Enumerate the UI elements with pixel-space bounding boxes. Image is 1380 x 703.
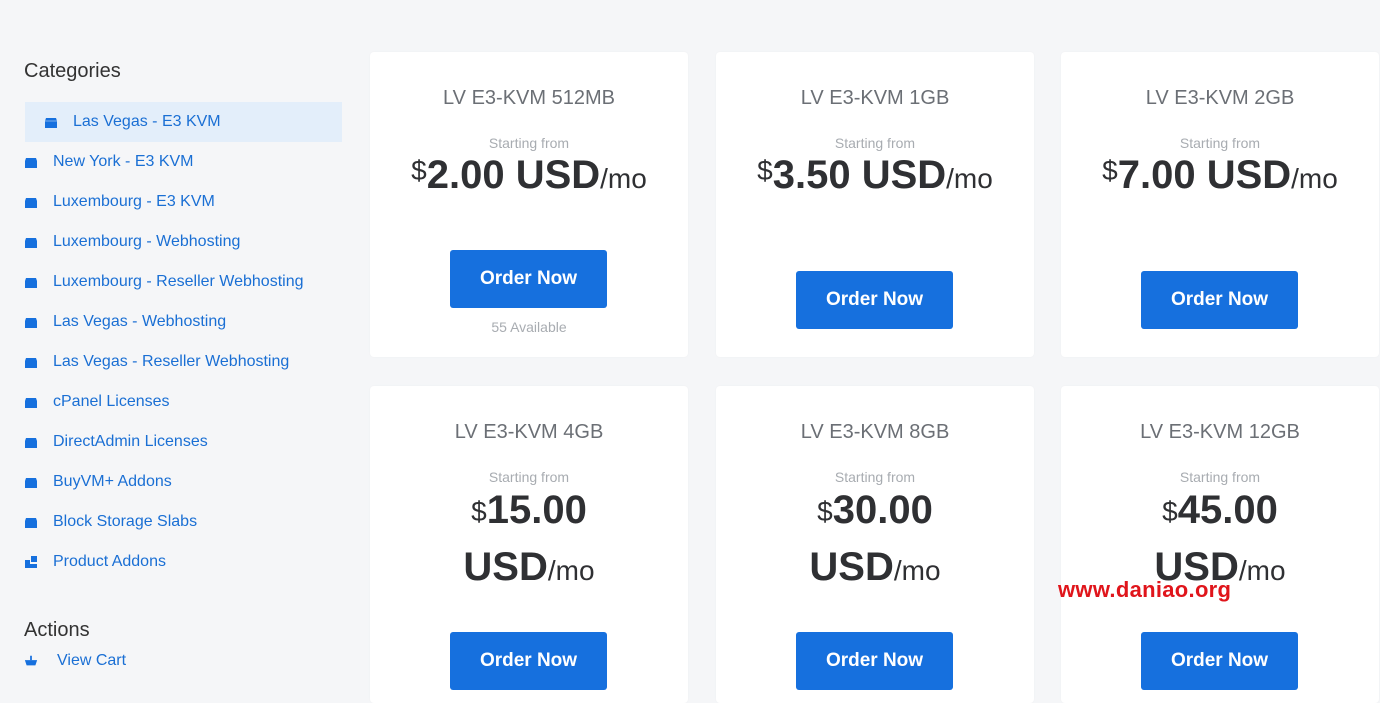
product-card: LV E3-KVM 2GB Starting from $7.00 USD/mo… — [1061, 52, 1379, 357]
price-amount: 2.00 USD — [426, 153, 601, 197]
order-now-button[interactable]: Order Now — [796, 271, 953, 329]
category-item-cpanel-licenses[interactable]: cPanel Licenses — [24, 382, 342, 422]
product-card: LV E3-KVM 512MB Starting from $2.00 USD/… — [370, 52, 688, 357]
category-item-las-vegas-e3-kvm[interactable]: Las Vegas - E3 KVM — [25, 102, 342, 142]
category-label: New York - E3 KVM — [53, 153, 194, 170]
order-now-button[interactable]: Order Now — [450, 632, 607, 690]
cart-icon — [24, 654, 38, 668]
category-label: Las Vegas - E3 KVM — [73, 113, 221, 130]
product-price: $7.00 USD/mo — [1061, 155, 1379, 195]
box-icon — [24, 515, 38, 529]
box-icon — [24, 235, 38, 249]
box-icon — [44, 115, 58, 129]
starting-from-label: Starting from — [488, 469, 570, 485]
category-list: Las Vegas - E3 KVM New York - E3 KVM Lux… — [24, 102, 342, 582]
product-card: LV E3-KVM 12GB Starting from $45.00 USD/… — [1061, 386, 1379, 703]
starting-from-label: Starting from — [1179, 135, 1261, 151]
category-label: Luxembourg - Reseller Webhosting — [53, 273, 304, 290]
category-label: Luxembourg - Webhosting — [53, 233, 241, 250]
category-item-product-addons[interactable]: Product Addons — [24, 542, 342, 582]
price-amount: 30.00 — [832, 488, 933, 532]
product-name: LV E3-KVM 512MB — [443, 87, 615, 109]
price-period: /mo — [547, 555, 595, 586]
currency-symbol: $ — [757, 155, 773, 186]
price-currency-code: USD — [463, 545, 548, 589]
price-currency-code: USD — [809, 545, 894, 589]
starting-from-label: Starting from — [1179, 469, 1261, 485]
product-card: LV E3-KVM 4GB Starting from $15.00 USD/m… — [370, 386, 688, 703]
box-icon — [24, 475, 38, 489]
price-amount: 3.50 USD — [772, 153, 947, 197]
category-item-las-vegas-reseller-webhosting[interactable]: Las Vegas - Reseller Webhosting — [24, 342, 342, 382]
starting-from-label: Starting from — [834, 135, 916, 151]
category-label: cPanel Licenses — [53, 393, 170, 410]
category-item-las-vegas-webhosting[interactable]: Las Vegas - Webhosting — [24, 302, 342, 342]
category-item-luxembourg-reseller-webhosting[interactable]: Luxembourg - Reseller Webhosting — [24, 262, 342, 302]
product-card: LV E3-KVM 8GB Starting from $30.00 USD/m… — [716, 386, 1034, 703]
category-item-block-storage-slabs[interactable]: Block Storage Slabs — [24, 502, 342, 542]
cubes-icon — [24, 555, 38, 569]
category-label: Luxembourg - E3 KVM — [53, 193, 215, 210]
price-period: /mo — [600, 163, 647, 194]
price-period: /mo — [946, 163, 993, 194]
product-name: LV E3-KVM 8GB — [800, 421, 950, 443]
price-amount: 45.00 — [1177, 488, 1278, 532]
product-name: LV E3-KVM 12GB — [1140, 421, 1300, 443]
product-name: LV E3-KVM 2GB — [1145, 87, 1295, 109]
category-label: Block Storage Slabs — [53, 513, 198, 530]
currency-symbol: $ — [411, 155, 427, 186]
starting-from-label: Starting from — [488, 135, 570, 151]
watermark-text: www.daniao.org — [1058, 577, 1232, 602]
price-period: /mo — [1238, 555, 1286, 586]
product-price: $15.00 USD/mo — [370, 486, 688, 600]
starting-from-label: Starting from — [834, 469, 916, 485]
category-label: BuyVM+ Addons — [53, 473, 172, 490]
currency-symbol: $ — [1162, 496, 1178, 527]
box-icon — [24, 395, 38, 409]
order-now-button[interactable]: Order Now — [796, 632, 953, 690]
product-price: $3.50 USD/mo — [716, 155, 1034, 195]
product-name: LV E3-KVM 4GB — [454, 421, 604, 443]
currency-symbol: $ — [817, 496, 833, 527]
category-label: Las Vegas - Reseller Webhosting — [53, 353, 290, 370]
order-now-button[interactable]: Order Now — [1141, 271, 1298, 329]
category-item-luxembourg-e3-kvm[interactable]: Luxembourg - E3 KVM — [24, 182, 342, 222]
category-item-luxembourg-webhosting[interactable]: Luxembourg - Webhosting — [24, 222, 342, 262]
order-now-button[interactable]: Order Now — [1141, 632, 1298, 690]
price-amount: 15.00 — [486, 488, 587, 532]
actions-heading: Actions — [24, 619, 90, 641]
availability-text: 55 Available — [491, 319, 567, 335]
category-label: DirectAdmin Licenses — [53, 433, 208, 450]
category-item-new-york-e3-kvm[interactable]: New York - E3 KVM — [24, 142, 342, 182]
box-icon — [24, 435, 38, 449]
view-cart-link[interactable]: View Cart — [24, 641, 342, 681]
price-amount: 7.00 USD — [1117, 153, 1292, 197]
box-icon — [24, 275, 38, 289]
box-icon — [24, 315, 38, 329]
actions-list: View Cart — [24, 652, 342, 681]
box-icon — [24, 155, 38, 169]
box-icon — [24, 195, 38, 209]
product-price: $30.00 USD/mo — [716, 486, 1034, 600]
category-item-directadmin-licenses[interactable]: DirectAdmin Licenses — [24, 422, 342, 462]
currency-symbol: $ — [1102, 155, 1118, 186]
action-label: View Cart — [57, 652, 127, 669]
price-period: /mo — [1291, 163, 1338, 194]
categories-heading: Categories — [24, 60, 121, 82]
category-item-buyvm-addons[interactable]: BuyVM+ Addons — [24, 462, 342, 502]
box-icon — [24, 355, 38, 369]
product-card: LV E3-KVM 1GB Starting from $3.50 USD/mo… — [716, 52, 1034, 357]
product-name: LV E3-KVM 1GB — [800, 87, 950, 109]
category-label: Product Addons — [53, 553, 166, 570]
order-now-button[interactable]: Order Now — [450, 250, 607, 308]
sidebar: Categories Las Vegas - E3 KVM New York -… — [24, 0, 342, 703]
category-label: Las Vegas - Webhosting — [53, 313, 227, 330]
price-period: /mo — [893, 555, 941, 586]
product-price: $2.00 USD/mo — [370, 155, 688, 195]
currency-symbol: $ — [471, 496, 487, 527]
